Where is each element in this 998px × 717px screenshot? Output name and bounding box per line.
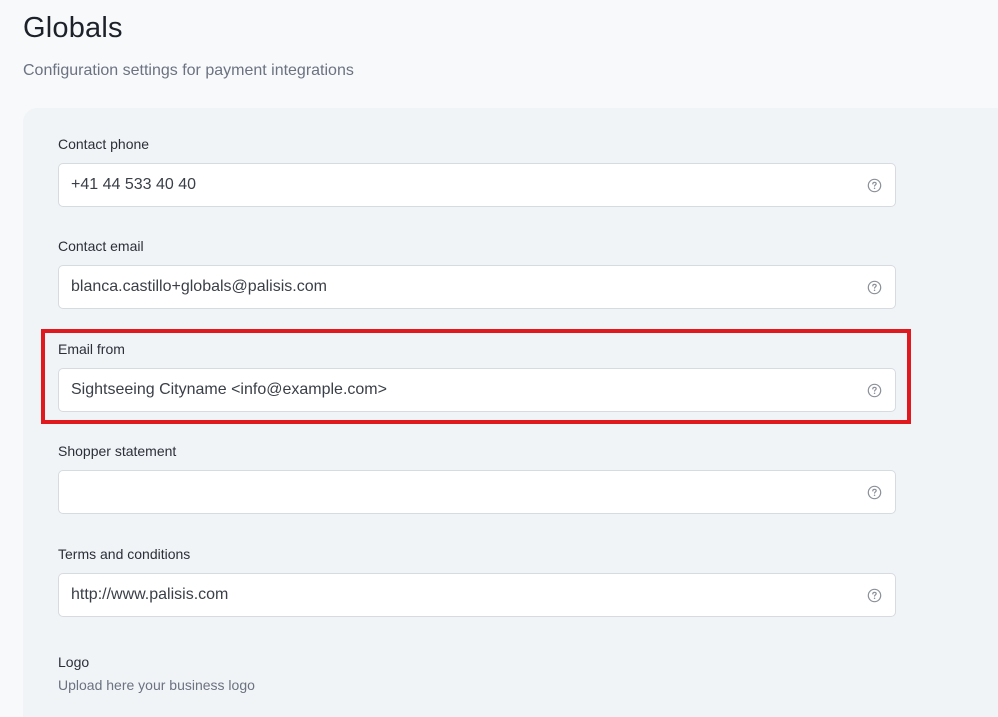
help-circle-icon[interactable] [867, 280, 882, 295]
contact-phone-field: Contact phone [58, 134, 896, 207]
email-from-input[interactable] [59, 369, 895, 411]
terms-conditions-field: Terms and conditions [58, 544, 896, 617]
logo-description: Upload here your business logo [58, 677, 255, 693]
terms-conditions-input-wrap [58, 573, 896, 617]
help-circle-icon[interactable] [867, 588, 882, 603]
help-circle-icon[interactable] [867, 485, 882, 500]
contact-email-input[interactable] [59, 266, 895, 308]
contact-phone-input[interactable] [59, 164, 895, 206]
contact-email-input-wrap [58, 265, 896, 309]
email-from-label: Email from [58, 341, 125, 357]
shopper-statement-input-wrap [58, 470, 896, 514]
shopper-statement-label: Shopper statement [58, 443, 177, 459]
email-from-field: Email from [58, 339, 896, 412]
help-circle-icon[interactable] [867, 178, 882, 193]
help-circle-icon[interactable] [867, 383, 882, 398]
globals-page: Globals Configuration settings for payme… [0, 0, 998, 717]
terms-conditions-input[interactable] [59, 574, 895, 616]
contact-email-field: Contact email [58, 236, 896, 309]
contact-email-label: Contact email [58, 238, 144, 254]
shopper-statement-input[interactable] [59, 471, 895, 513]
settings-card: Contact phone Contact email [23, 108, 998, 717]
contact-phone-label: Contact phone [58, 136, 150, 152]
shopper-statement-field: Shopper statement [58, 441, 896, 514]
page-subtitle: Configuration settings for payment integ… [23, 62, 354, 79]
terms-conditions-label: Terms and conditions [58, 546, 191, 562]
logo-label: Logo [58, 654, 90, 670]
email-from-input-wrap [58, 368, 896, 412]
contact-phone-input-wrap [58, 163, 896, 207]
page-title: Globals [23, 12, 123, 44]
